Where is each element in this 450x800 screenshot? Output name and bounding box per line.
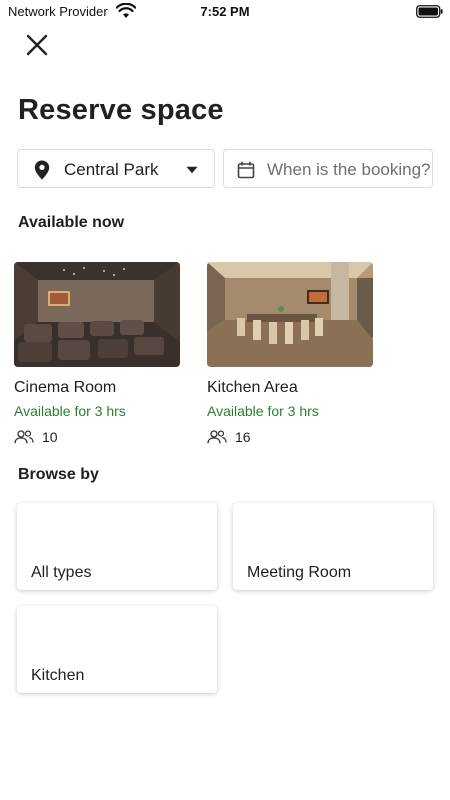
available-now-heading: Available now (18, 214, 125, 231)
close-button[interactable] (22, 30, 52, 60)
space-name: Cinema Room (14, 379, 117, 396)
space-capacity: 16 (235, 429, 251, 445)
space-photo (207, 262, 373, 367)
space-photo (14, 262, 180, 367)
location-select[interactable]: Central Park (17, 149, 215, 188)
space-availability: Available for 3 hrs (14, 403, 126, 419)
people-icon (207, 430, 227, 444)
type-label: All types (31, 564, 92, 581)
browse-by-heading: Browse by (18, 466, 99, 483)
type-label: Kitchen (31, 667, 85, 684)
space-capacity: 10 (42, 429, 58, 445)
type-label: Meeting Room (247, 564, 352, 581)
booking-date-placeholder: When is the booking? (267, 160, 431, 179)
type-card-meeting-room[interactable]: Meeting Room (233, 503, 433, 590)
status-bar: Network Provider 7:52 PM (0, 0, 450, 24)
space-card-kitchen-area[interactable]: Kitchen Area Available for 3 hrs 16 (207, 262, 373, 452)
space-card-cinema-room[interactable]: Cinema Room Available for 3 hrs 10 (14, 262, 180, 452)
close-icon (26, 34, 48, 56)
type-card-all-types[interactable]: All types (17, 503, 217, 590)
location-pin-icon (34, 160, 50, 180)
type-card-kitchen[interactable]: Kitchen (17, 606, 217, 693)
space-name: Kitchen Area (207, 379, 298, 396)
page-title: Reserve space (18, 94, 224, 126)
chevron-down-icon (186, 166, 198, 174)
calendar-icon (237, 161, 255, 179)
location-value: Central Park (64, 160, 159, 179)
battery-icon (416, 5, 443, 18)
clock: 7:52 PM (200, 4, 250, 19)
people-icon (14, 430, 34, 444)
space-availability: Available for 3 hrs (207, 403, 319, 419)
booking-date-field[interactable]: When is the booking? (223, 149, 433, 188)
